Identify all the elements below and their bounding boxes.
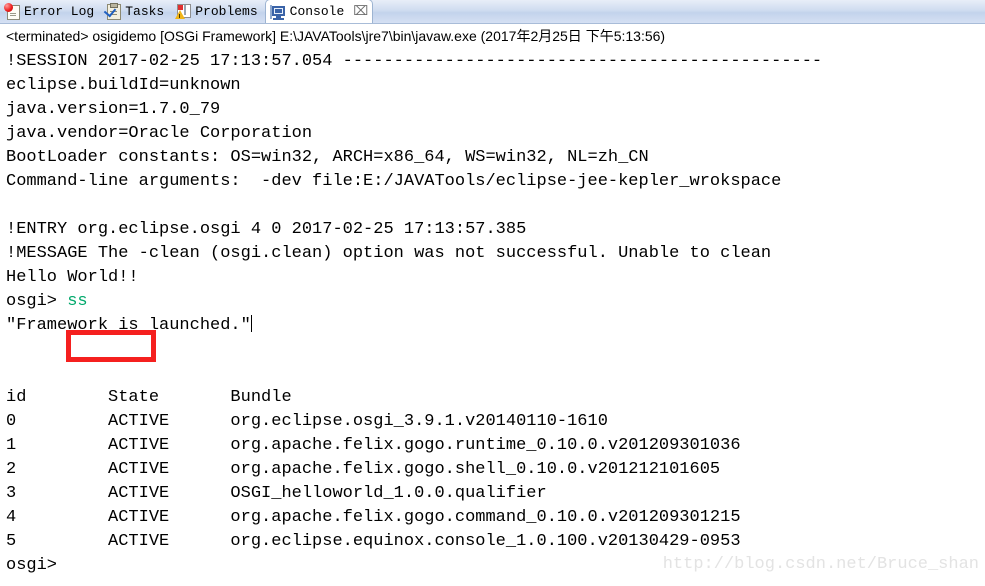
console-line: Command-line arguments: -dev file:E:/JAV… — [6, 172, 782, 191]
console-output-area[interactable]: !SESSION 2017-02-25 17:13:57.054 -------… — [0, 46, 985, 586]
console-line: Hello World!! — [6, 268, 139, 287]
tab-problems[interactable]: Problems — [171, 0, 264, 23]
text-caret — [250, 315, 252, 332]
bundle-table-row: 0 ACTIVE org.eclipse.osgi_3.9.1.v2014011… — [6, 412, 608, 431]
console-prompt: osgi> — [6, 292, 68, 311]
tab-tasks[interactable]: Tasks — [101, 0, 171, 23]
console-line-text: "Framework is launched." — [6, 316, 251, 335]
console-icon — [269, 4, 286, 20]
console-line: !SESSION 2017-02-25 17:13:57.054 -------… — [6, 52, 823, 71]
tab-console-label: Console — [289, 4, 345, 19]
tab-problems-label: Problems — [195, 3, 258, 19]
bundle-table-row: 1 ACTIVE org.apache.felix.gogo.runtime_0… — [6, 436, 741, 455]
problems-icon — [175, 3, 192, 19]
console-line: !ENTRY org.eclipse.osgi 4 0 2017-02-25 1… — [6, 220, 527, 239]
process-header: <terminated> osigidemo [OSGi Framework] … — [0, 24, 985, 46]
view-tab-bar: Error Log Tasks Problems Console ⌧ — [0, 0, 985, 24]
tab-tasks-label: Tasks — [125, 3, 165, 19]
console-line: BootLoader constants: OS=win32, ARCH=x86… — [6, 148, 649, 167]
tasks-icon — [103, 3, 122, 20]
tab-console[interactable]: Console ⌧ — [264, 0, 374, 23]
bundle-table-row: 4 ACTIVE org.apache.felix.gogo.command_0… — [6, 508, 741, 527]
bundle-table-row: 3 ACTIVE OSGI_helloworld_1.0.0.qualifier — [6, 484, 547, 503]
tab-error-log[interactable]: Error Log — [0, 0, 101, 23]
watermark-text: http://blog.csdn.net/Bruce_shan — [662, 555, 979, 574]
close-icon[interactable]: ⌧ — [353, 5, 368, 18]
error-log-icon — [4, 3, 20, 20]
console-line: "Framework is launched." — [6, 314, 985, 338]
console-line: java.version=1.7.0_79 — [6, 100, 221, 119]
bundle-table-header: id State Bundle — [6, 388, 292, 407]
bundle-table-row: 5 ACTIVE org.eclipse.equinox.console_1.0… — [6, 532, 741, 551]
console-line: java.vendor=Oracle Corporation — [6, 124, 313, 143]
console-line: eclipse.buildId=unknown — [6, 76, 241, 95]
console-text: !SESSION 2017-02-25 17:13:57.054 -------… — [6, 50, 985, 578]
console-prompt-line[interactable]: osgi> ss — [6, 290, 985, 314]
console-line: !MESSAGE The -clean (osgi.clean) option … — [6, 244, 772, 263]
bundle-table-row: 2 ACTIVE org.apache.felix.gogo.shell_0.1… — [6, 460, 721, 479]
tab-error-log-label: Error Log — [24, 3, 95, 19]
console-command-ss: ss — [67, 292, 88, 311]
